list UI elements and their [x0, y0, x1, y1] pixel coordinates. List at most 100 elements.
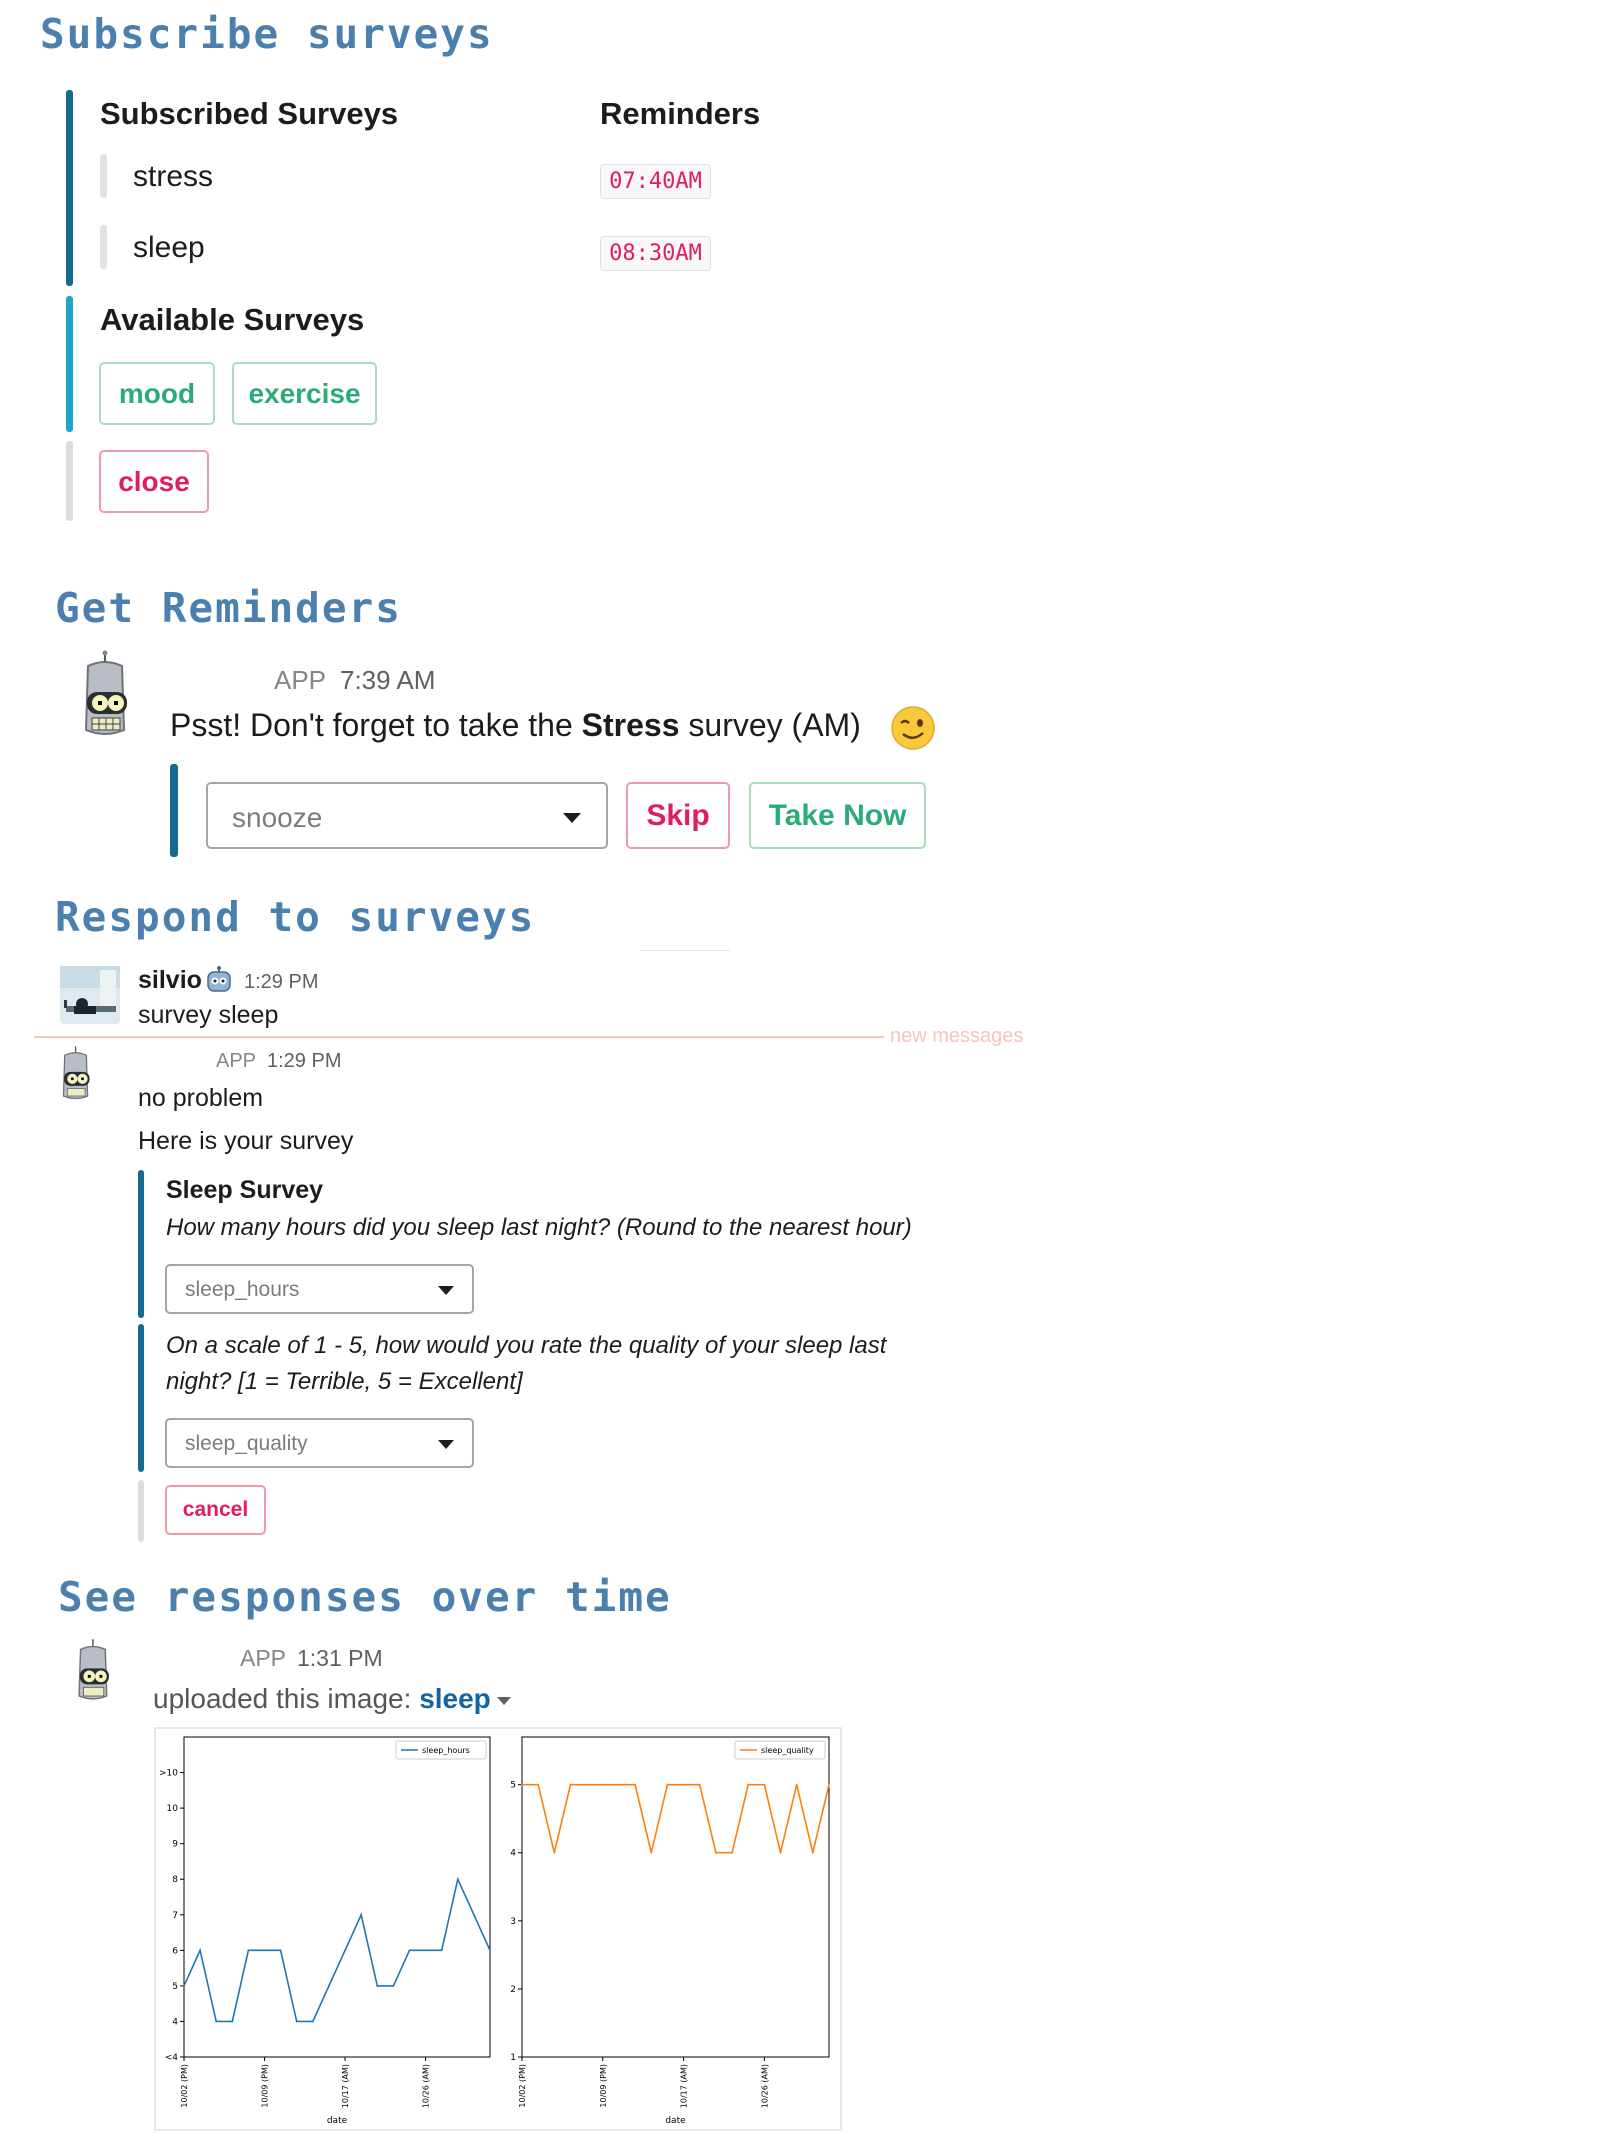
- reminder-time-sleep: 08:30AM: [600, 236, 711, 271]
- survey-title: Sleep Survey: [166, 1176, 324, 1204]
- app-message-timestamp[interactable]: 1:29 PM: [267, 1050, 341, 1073]
- data-point: [731, 1851, 733, 1854]
- data-point: [585, 1783, 588, 1786]
- data-point: [698, 1783, 701, 1786]
- skip-button[interactable]: Skip: [626, 782, 730, 849]
- data-point: [456, 1878, 459, 1881]
- data-point: [763, 1783, 766, 1786]
- subscribed-accent-bar: [66, 90, 73, 286]
- chevron-down-icon: [438, 1440, 454, 1449]
- y-tick-label: >10: [159, 1769, 178, 1779]
- data-point: [489, 1949, 491, 1952]
- app-badge: APP: [216, 1050, 257, 1072]
- y-tick-label: 3: [510, 1917, 516, 1927]
- y-tick-label: 5: [172, 1982, 178, 1992]
- bot-avatar-icon: [78, 1639, 109, 1700]
- data-point: [537, 1783, 540, 1786]
- data-point: [376, 1984, 379, 1987]
- user-name[interactable]: silvio: [138, 966, 202, 995]
- sleep-hours-placeholder: sleep_hours: [185, 1278, 300, 1301]
- new-messages-label: new messages: [890, 1025, 1024, 1047]
- bot-avatar-icon: [62, 1046, 90, 1100]
- subscribe-mood-button[interactable]: mood: [99, 362, 215, 425]
- x-axis-label: date: [665, 2116, 686, 2126]
- data-point: [440, 1949, 443, 1952]
- app-badge: APP: [274, 665, 327, 695]
- x-tick-label: 10/26 (AM): [760, 2064, 769, 2108]
- bot-avatar-icon: [84, 650, 127, 735]
- y-tick-label: 4: [510, 1849, 516, 1859]
- reminder-time-stress: 07:40AM: [600, 164, 711, 199]
- cancel-accent-bar: [138, 1480, 144, 1542]
- data-point: [828, 1783, 830, 1786]
- data-point: [779, 1851, 782, 1854]
- sleep-quality-select[interactable]: sleep_quality: [165, 1418, 474, 1468]
- upload-timestamp[interactable]: 1:31 PM: [297, 1645, 383, 1672]
- data-point: [747, 1783, 750, 1786]
- survey-question-2-line: On a scale of 1 - 5, how would you rate …: [166, 1332, 887, 1359]
- y-tick-label: 4: [172, 2017, 178, 2027]
- reminder-text-part: survey (AM): [679, 707, 861, 743]
- y-tick-label: 10: [167, 1804, 179, 1814]
- data-point: [618, 1783, 620, 1786]
- subscribe-exercise-button[interactable]: exercise: [232, 362, 377, 425]
- take-now-button[interactable]: Take Now: [749, 782, 926, 849]
- plot-area: [183, 1736, 491, 2058]
- section-heading-reminders: Get Reminders: [55, 584, 402, 632]
- x-axis-label: date: [327, 2116, 348, 2126]
- y-tick-label: <4: [165, 2053, 179, 2063]
- x-tick-label: 10/09 (PM): [261, 2064, 270, 2108]
- section-heading-subscribe: Subscribe surveys: [40, 10, 494, 58]
- available-surveys-header: Available Surveys: [100, 302, 365, 337]
- legend-label: sleep_hours: [422, 1746, 470, 1755]
- close-button[interactable]: close: [99, 450, 209, 513]
- data-point: [408, 1949, 411, 1952]
- data-point: [714, 1851, 717, 1854]
- section-heading-respond: Respond to surveys: [55, 893, 536, 941]
- x-tick-label: 10/02 (PM): [180, 2064, 189, 2108]
- new-messages-divider: [34, 1036, 884, 1038]
- x-tick-label: 10/09 (PM): [599, 2064, 608, 2108]
- sleep-hours-select[interactable]: sleep_hours: [165, 1264, 474, 1314]
- section-heading-responses: See responses over time: [58, 1573, 672, 1621]
- chevron-down-icon: [563, 813, 581, 823]
- legend-label: sleep_quality: [761, 1746, 814, 1755]
- wink-emoji-icon: [891, 706, 935, 750]
- user-message-timestamp[interactable]: 1:29 PM: [244, 971, 318, 994]
- snooze-select[interactable]: snooze: [206, 782, 608, 849]
- data-point: [344, 1949, 346, 1952]
- app-message-line: no problem: [138, 1084, 264, 1112]
- upload-text: uploaded this image:: [153, 1683, 420, 1714]
- snooze-placeholder: snooze: [232, 802, 323, 833]
- file-menu-chevron-icon[interactable]: [497, 1697, 511, 1705]
- data-point: [682, 1783, 685, 1786]
- survey-item-marker: [100, 154, 107, 198]
- y-tick-label: 7: [172, 1911, 178, 1921]
- data-point: [199, 1949, 202, 1952]
- app-message-line: Here is your survey: [138, 1127, 354, 1155]
- divider-fragment: [640, 950, 730, 951]
- x-tick-label: 10/17 (AM): [341, 2064, 350, 2108]
- reminder-text-part: Psst! Don't forget to take the: [170, 707, 582, 743]
- data-point: [553, 1851, 556, 1854]
- data-point: [811, 1851, 814, 1854]
- uploaded-chart-image[interactable]: <4 4 5 6 7 8 9 10 >10 10/02 (PM) 10/09 (PM) 10/17 (…: [154, 1727, 842, 2131]
- x-tick-label: 10/26 (AM): [422, 2064, 431, 2108]
- reminder-actions-accent-bar: [170, 764, 178, 857]
- app-badge: APP: [240, 1645, 287, 1671]
- y-tick-label: 6: [172, 1946, 178, 1956]
- charts-svg: <4 4 5 6 7 8 9 10 >10 10/02 (PM) 10/09 (PM) 10/17 (…: [159, 1736, 830, 2126]
- survey-q2-accent-bar: [138, 1324, 144, 1472]
- data-point: [247, 1949, 250, 1952]
- available-accent-bar: [66, 296, 73, 432]
- user-message-text: survey sleep: [138, 1001, 279, 1029]
- sleep-quality-placeholder: sleep_quality: [185, 1432, 308, 1455]
- data-point: [215, 2020, 218, 2023]
- cancel-button[interactable]: cancel: [165, 1485, 266, 1535]
- file-link-sleep[interactable]: sleep: [419, 1683, 491, 1714]
- robot-face-icon: [207, 966, 231, 992]
- message-timestamp[interactable]: 7:39 AM: [340, 665, 435, 696]
- data-point: [569, 1783, 572, 1786]
- user-avatar[interactable]: [60, 966, 120, 1024]
- y-tick-label: 1: [510, 2053, 516, 2063]
